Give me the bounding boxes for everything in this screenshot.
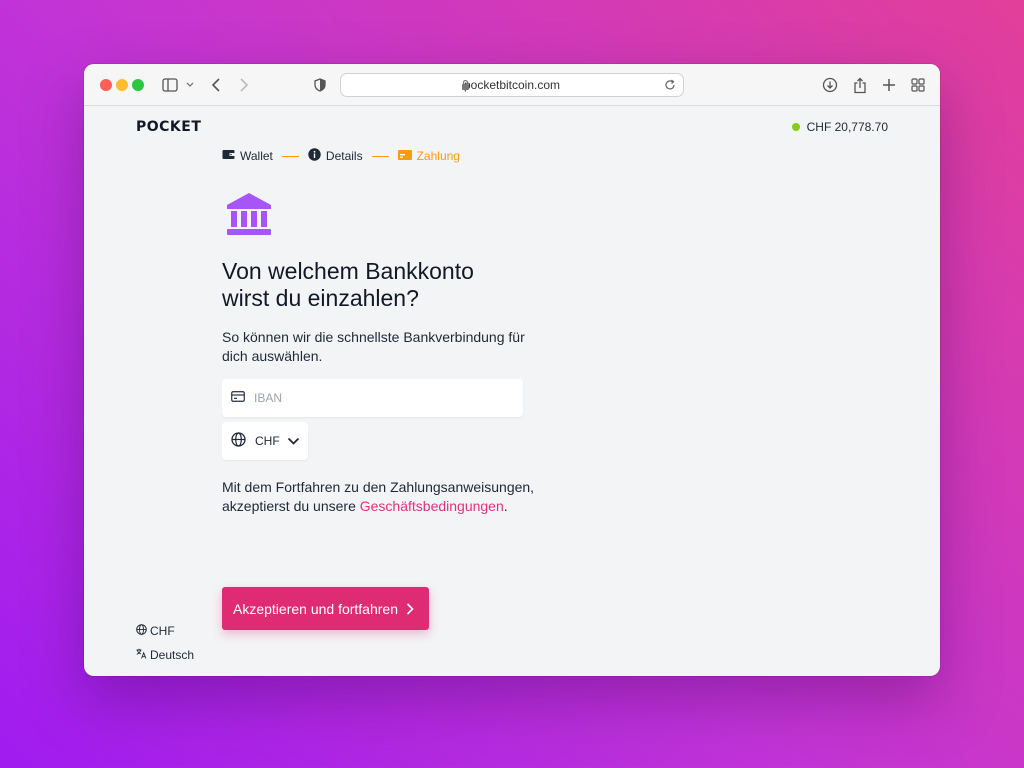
- download-icon[interactable]: [820, 75, 840, 95]
- info-icon: [308, 148, 321, 164]
- wallet-icon: [222, 149, 235, 163]
- zoom-window-button[interactable]: [132, 79, 144, 91]
- bank-icon: [226, 192, 272, 241]
- globe-icon: [136, 624, 147, 638]
- lock-icon: [461, 79, 470, 94]
- currency-select[interactable]: CHF: [222, 422, 308, 460]
- forward-icon[interactable]: [234, 75, 254, 95]
- status-dot: [791, 123, 800, 131]
- step-connector: [371, 155, 389, 157]
- step-label: Details: [325, 149, 363, 163]
- footer-currency-selector[interactable]: CHF: [136, 624, 175, 638]
- share-icon[interactable]: [850, 75, 870, 95]
- chevron-right-icon: [406, 602, 414, 618]
- button-label: Akzeptieren und fortfahren: [233, 600, 398, 617]
- reload-icon[interactable]: [663, 78, 677, 95]
- tab-overview-icon[interactable]: [908, 75, 928, 95]
- back-icon[interactable]: [206, 75, 226, 95]
- terms-text: Mit dem Fortfahren zu den Zahlungsanweis…: [222, 478, 542, 516]
- step-label: Zahlung: [416, 149, 460, 163]
- page-title: Von welchem Bankkonto wirst du einzahlen…: [222, 258, 542, 312]
- url-text: pocketbitcoin.com: [463, 78, 561, 92]
- address-bar[interactable]: pocketbitcoin.com: [340, 73, 684, 97]
- page-subtitle: So können wir die schnellste Bankverbind…: [222, 329, 525, 364]
- footer-language-selector[interactable]: Deutsch: [136, 648, 194, 662]
- balance-indicator: CHF 20,778.70: [791, 120, 888, 134]
- title-line-2: wirst du einzahlen?: [222, 285, 419, 311]
- credit-card-icon: [231, 389, 245, 407]
- title-line-1: Von welchem Bankkonto: [222, 258, 474, 284]
- browser-toolbar: pocketbitcoin.com: [84, 64, 940, 106]
- browser-window: pocketbitcoin.com POCKET CHF 20,778.70 W…: [84, 64, 940, 676]
- step-zahlung: Zahlung: [397, 149, 460, 163]
- step-wallet: Wallet: [222, 149, 273, 163]
- step-details: Details: [308, 148, 363, 164]
- globe-icon: [231, 432, 246, 450]
- currency-value: CHF: [255, 434, 280, 448]
- progress-stepper: Wallet Details Zahlung: [222, 148, 460, 164]
- minimize-window-button[interactable]: [116, 79, 128, 91]
- translate-icon: [136, 648, 147, 662]
- sidebar-icon[interactable]: [160, 75, 180, 95]
- accept-continue-button[interactable]: Akzeptieren und fortfahren: [222, 587, 429, 630]
- balance-text: CHF 20,778.70: [806, 120, 888, 134]
- chevron-down-icon[interactable]: [180, 75, 200, 95]
- step-label: Wallet: [240, 149, 273, 163]
- footer-language-label: Deutsch: [150, 648, 195, 662]
- terms-suffix: .: [503, 498, 508, 514]
- terms-link[interactable]: Geschäftsbedingungen: [360, 498, 504, 514]
- page-content: POCKET CHF 20,778.70 Wallet Details Zahl…: [84, 106, 940, 676]
- iban-field[interactable]: [222, 379, 523, 417]
- footer-currency-label: CHF: [150, 624, 175, 638]
- iban-input[interactable]: [254, 391, 504, 405]
- close-window-button[interactable]: [100, 79, 112, 91]
- step-connector: [281, 155, 299, 157]
- pocket-logo[interactable]: POCKET: [136, 119, 201, 135]
- new-tab-icon[interactable]: [879, 75, 899, 95]
- privacy-shield-icon[interactable]: [310, 75, 330, 95]
- payment-card-icon: [397, 149, 412, 163]
- chevron-down-icon: [287, 435, 300, 449]
